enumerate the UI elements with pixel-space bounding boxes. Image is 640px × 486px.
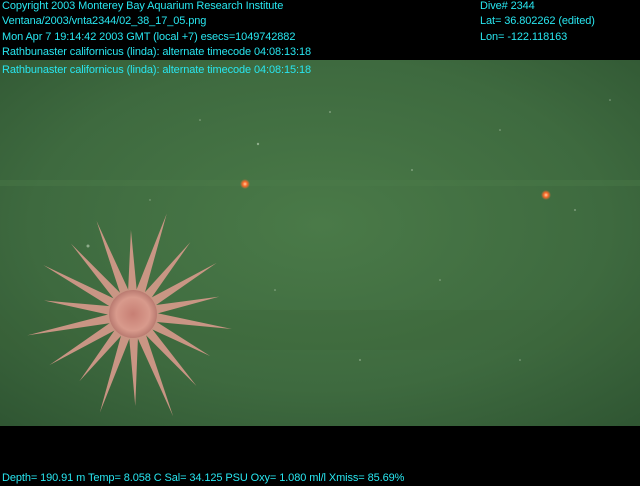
laser-dot-right <box>541 190 551 200</box>
sea-star-central-disc <box>109 290 157 338</box>
sensor-readout: Depth= 190.91 m Temp= 8.058 C Sal= 34.12… <box>2 472 405 484</box>
dive-number: Dive# 2344 <box>480 0 535 12</box>
latitude-readout: Lat= 36.802262 (edited) <box>480 15 595 27</box>
copyright-text: Copyright 2003 Monterey Bay Aquarium Res… <box>2 0 284 12</box>
longitude-readout: Lon= -122.118163 <box>480 31 568 43</box>
capture-datetime: Mon Apr 7 19:14:42 2003 GMT (local +7) e… <box>2 31 296 43</box>
laser-dot-left <box>240 179 250 189</box>
species-annotation-2: Rathbunaster californicus (linda): alter… <box>2 64 312 76</box>
seafloor-scene <box>0 60 640 426</box>
seafloor-image <box>0 60 640 426</box>
video-frame: Copyright 2003 Monterey Bay Aquarium Res… <box>0 0 640 486</box>
species-annotation-1: Rathbunaster californicus (linda): alter… <box>2 46 312 58</box>
image-filename: Ventana/2003/vnta2344/02_38_17_05.png <box>2 15 207 27</box>
